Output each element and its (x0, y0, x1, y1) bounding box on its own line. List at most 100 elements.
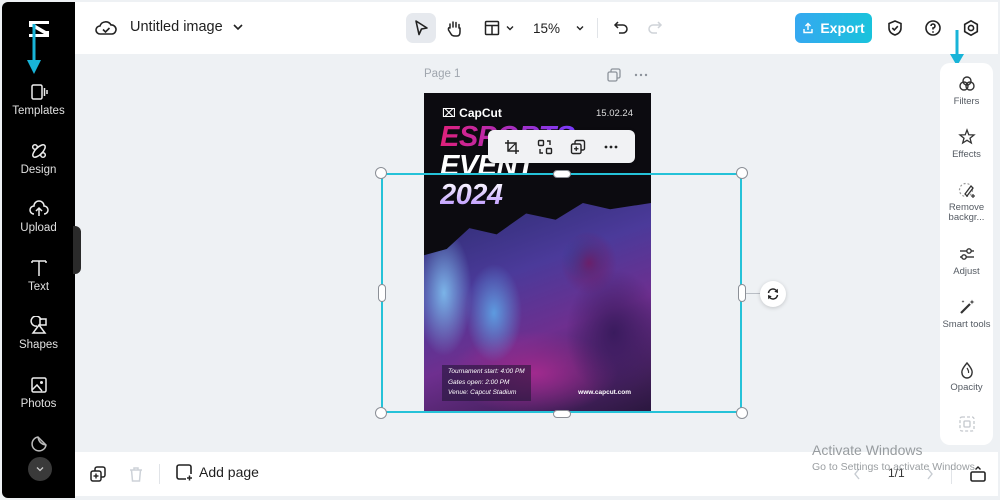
hand-tool-button[interactable] (439, 13, 469, 43)
opacity-drop-icon (960, 361, 973, 379)
duplicate-page-icon[interactable] (606, 67, 622, 83)
export-button[interactable]: Export (795, 13, 872, 43)
crop-icon (505, 139, 520, 154)
sidebar-item-stickers[interactable] (2, 434, 75, 454)
resize-handle-top[interactable] (553, 170, 571, 178)
resize-handle-bottom-right[interactable] (736, 407, 748, 419)
cloud-saved-icon (95, 21, 117, 35)
sidebar-scroll-down-button[interactable] (28, 457, 52, 481)
element-floating-toolbar (488, 130, 635, 163)
settings-hexagon-icon (963, 19, 979, 37)
more-horizontal-icon (604, 145, 618, 148)
sidebar-item-text[interactable]: Text (2, 258, 75, 293)
sidebar-item-design[interactable]: Design (2, 141, 75, 176)
resize-handle-right[interactable] (738, 284, 746, 302)
selection-box[interactable] (381, 173, 742, 413)
rotate-icon (767, 288, 779, 300)
rotate-button[interactable] (760, 281, 786, 307)
text-icon (30, 260, 47, 276)
export-label: Export (820, 20, 865, 36)
adjust-sliders-icon (959, 248, 974, 260)
resize-handle-bottom[interactable] (553, 410, 571, 418)
poster-brand-text: CapCut (459, 106, 502, 120)
replace-icon (537, 139, 553, 154)
undo-button[interactable] (606, 13, 636, 43)
annotation-arrow-down-icon (27, 24, 41, 74)
redo-icon (648, 21, 663, 34)
panel-item-arrange[interactable] (940, 415, 993, 433)
design-icon (31, 143, 46, 159)
filters-icon (958, 76, 975, 91)
sidebar-item-shapes[interactable]: Shapes (2, 316, 75, 351)
right-properties-panel: Filters Effects Remove backgr... Adjust … (940, 63, 993, 445)
page-more-options-icon[interactable] (633, 67, 649, 83)
templates-icon (30, 84, 48, 100)
duplicate-page-icon[interactable] (89, 465, 107, 483)
undo-icon (613, 21, 628, 34)
panel-item-label: Smart tools (942, 319, 991, 330)
page-label: Page 1 (424, 68, 461, 80)
replace-button[interactable] (535, 137, 555, 157)
sidebar-item-templates[interactable]: Templates (2, 82, 75, 117)
chevron-down-icon[interactable] (505, 23, 515, 33)
panel-item-label: Adjust (953, 266, 980, 277)
duplicate-button[interactable] (568, 137, 588, 157)
delete-page-icon[interactable] (127, 465, 145, 483)
toolbar-divider (597, 18, 598, 38)
panel-item-remove-background[interactable]: Remove backgr... (940, 181, 993, 223)
zoom-level[interactable]: 15% (533, 21, 560, 36)
panel-item-filters[interactable]: Filters (940, 75, 993, 107)
panel-item-label: Filters (953, 96, 980, 107)
sidebar-collapse-handle[interactable] (73, 226, 81, 274)
magic-wand-icon (959, 299, 974, 314)
zoom-dropdown-chevron-icon[interactable] (575, 23, 585, 33)
bottombar-divider (159, 464, 160, 484)
shapes-icon (29, 316, 47, 334)
add-page-label: Add page (199, 464, 259, 480)
duplicate-icon (570, 139, 586, 154)
resize-handle-left[interactable] (378, 284, 386, 302)
export-upload-icon (803, 22, 814, 34)
redo-button[interactable] (640, 13, 670, 43)
sidebar-item-upload[interactable]: Upload (2, 199, 75, 234)
panel-item-effects[interactable]: Effects (940, 128, 993, 160)
poster-date: 15.02.24 (596, 108, 633, 119)
sidebar-item-photos[interactable]: Photos (2, 375, 75, 410)
layout-icon (484, 20, 500, 36)
sidebar-item-label: Shapes (18, 339, 58, 351)
windows-activation-watermark-title: Activate Windows (812, 442, 923, 458)
windows-activation-watermark-subtitle: Go to Settings to activate Windows. (812, 461, 978, 473)
panel-item-smart-tools[interactable]: Smart tools (940, 298, 993, 330)
add-page-button[interactable]: Add page (175, 463, 259, 481)
chevron-down-icon (36, 467, 44, 472)
resize-handle-top-right[interactable] (736, 167, 748, 179)
help-icon (925, 20, 941, 36)
sidebar-item-label: Upload (20, 222, 57, 234)
left-sidebar: Templates Design Upload Text Shapes Phot… (2, 2, 75, 498)
pointer-icon (415, 20, 428, 36)
panel-item-label: Effects (952, 149, 981, 160)
layout-button[interactable] (477, 13, 507, 43)
panel-item-opacity[interactable]: Opacity (940, 361, 993, 393)
top-toolbar: Untitled image 15% Export (75, 2, 998, 54)
panel-item-adjust[interactable]: Adjust (940, 245, 993, 277)
bottom-toolbar: Add page 1/1 (75, 452, 998, 496)
panel-item-label: Opacity (950, 382, 983, 393)
chevron-down-icon[interactable] (232, 21, 244, 33)
sidebar-item-label: Photos (20, 398, 57, 410)
shield-button[interactable] (880, 13, 910, 43)
document-title[interactable]: Untitled image (130, 19, 223, 35)
sidebar-item-label: Templates (12, 105, 65, 117)
capcut-editor: Templates Design Upload Text Shapes Phot… (0, 0, 1000, 500)
more-options-button[interactable] (601, 137, 621, 157)
help-button[interactable] (918, 13, 948, 43)
resize-handle-top-left[interactable] (375, 167, 387, 179)
upload-cloud-icon (28, 200, 49, 216)
sidebar-item-label: Text (27, 281, 50, 293)
rotate-connector (746, 293, 760, 294)
sticker-icon (30, 436, 47, 452)
select-tool-button[interactable] (406, 13, 436, 43)
crop-button[interactable] (502, 137, 522, 157)
resize-handle-bottom-left[interactable] (375, 407, 387, 419)
arrange-icon (958, 416, 975, 432)
